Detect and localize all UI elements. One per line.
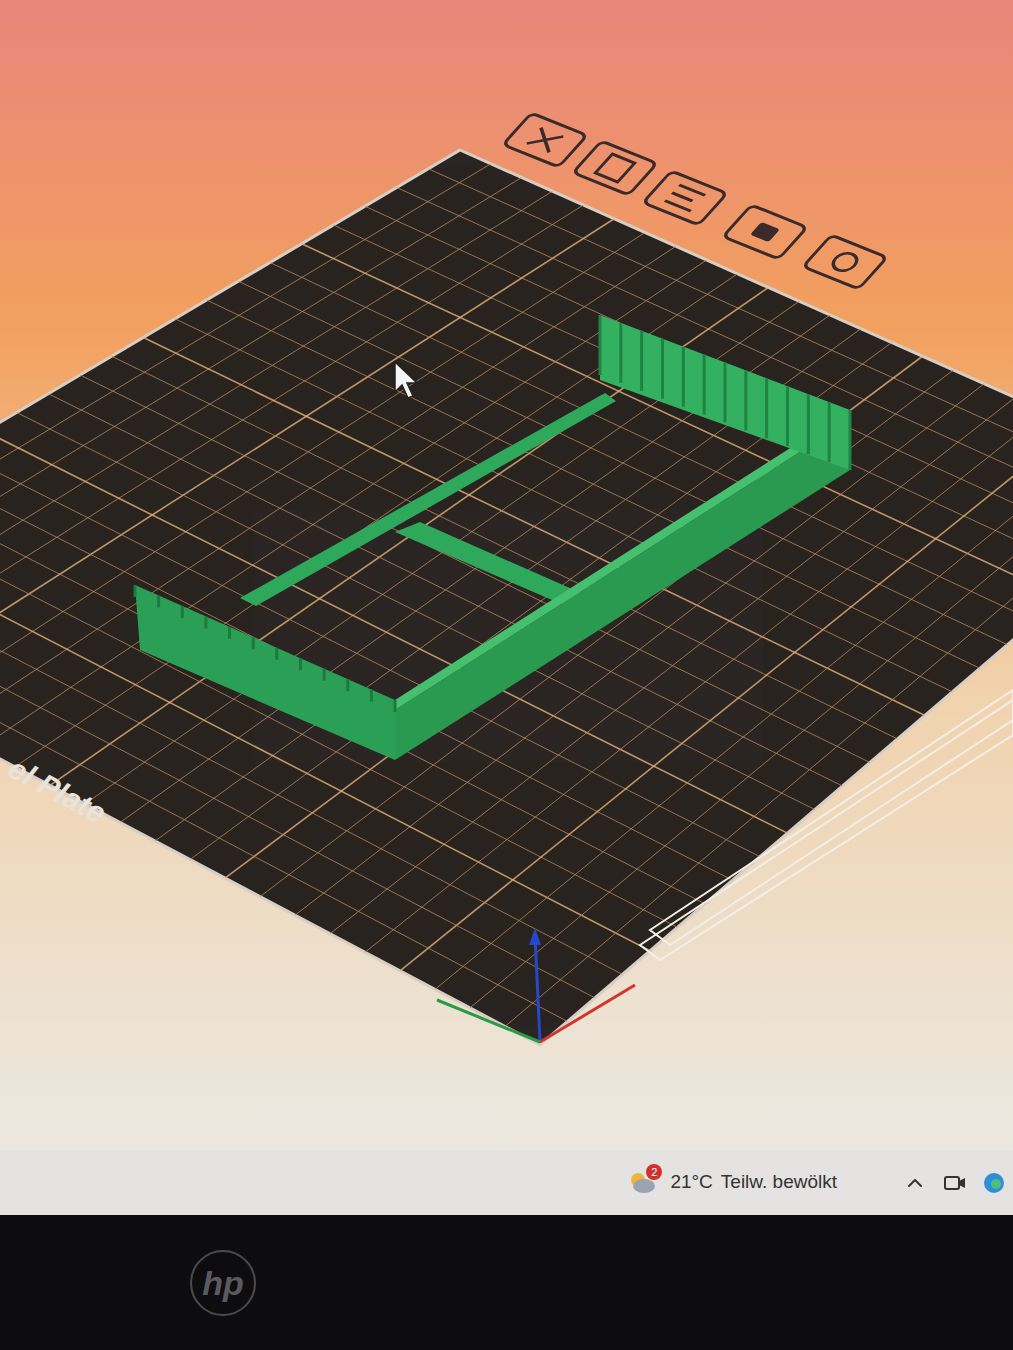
- lock-icon[interactable]: [723, 205, 807, 259]
- slicer-viewport[interactable]: el Plate: [0, 0, 1013, 1150]
- weather-condition: Teilw. bewölkt: [721, 1168, 837, 1197]
- arrange-icon[interactable]: [573, 141, 657, 195]
- weather-widget[interactable]: 221°CTeilw. bewölkt: [626, 1168, 837, 1198]
- build-plate: [0, 150, 1013, 1045]
- delete-icon[interactable]: [503, 113, 587, 167]
- hp-logo: hp: [190, 1250, 256, 1316]
- monitor-bezel: hp: [0, 1215, 1013, 1350]
- photo-of-monitor: el Plate 2 21°C Teilw. bewölkt hp: [0, 0, 1013, 1350]
- weather-badge: 2: [646, 1164, 662, 1180]
- settings-icon[interactable]: [803, 235, 887, 289]
- green-frame-model[interactable]: [135, 315, 850, 760]
- mouse-cursor-icon: [395, 362, 417, 398]
- build-plate-canvas[interactable]: el Plate: [0, 0, 1013, 1150]
- axis-gizmo-icon: [437, 928, 635, 1042]
- orient-icon[interactable]: [643, 171, 727, 225]
- plate-corner-marking: [650, 690, 1013, 945]
- camera-tray-icon[interactable]: [943, 1173, 967, 1193]
- edge-tray-icon[interactable]: [983, 1172, 1005, 1194]
- plate-grid: [0, 164, 1013, 1027]
- plate-label: el Plate: [3, 751, 111, 829]
- weather-temperature: 21°C: [670, 1168, 712, 1197]
- taskbar: 2 21°C Teilw. bewölkt: [0, 1150, 1013, 1215]
- tray-expand-icon[interactable]: [903, 1171, 927, 1195]
